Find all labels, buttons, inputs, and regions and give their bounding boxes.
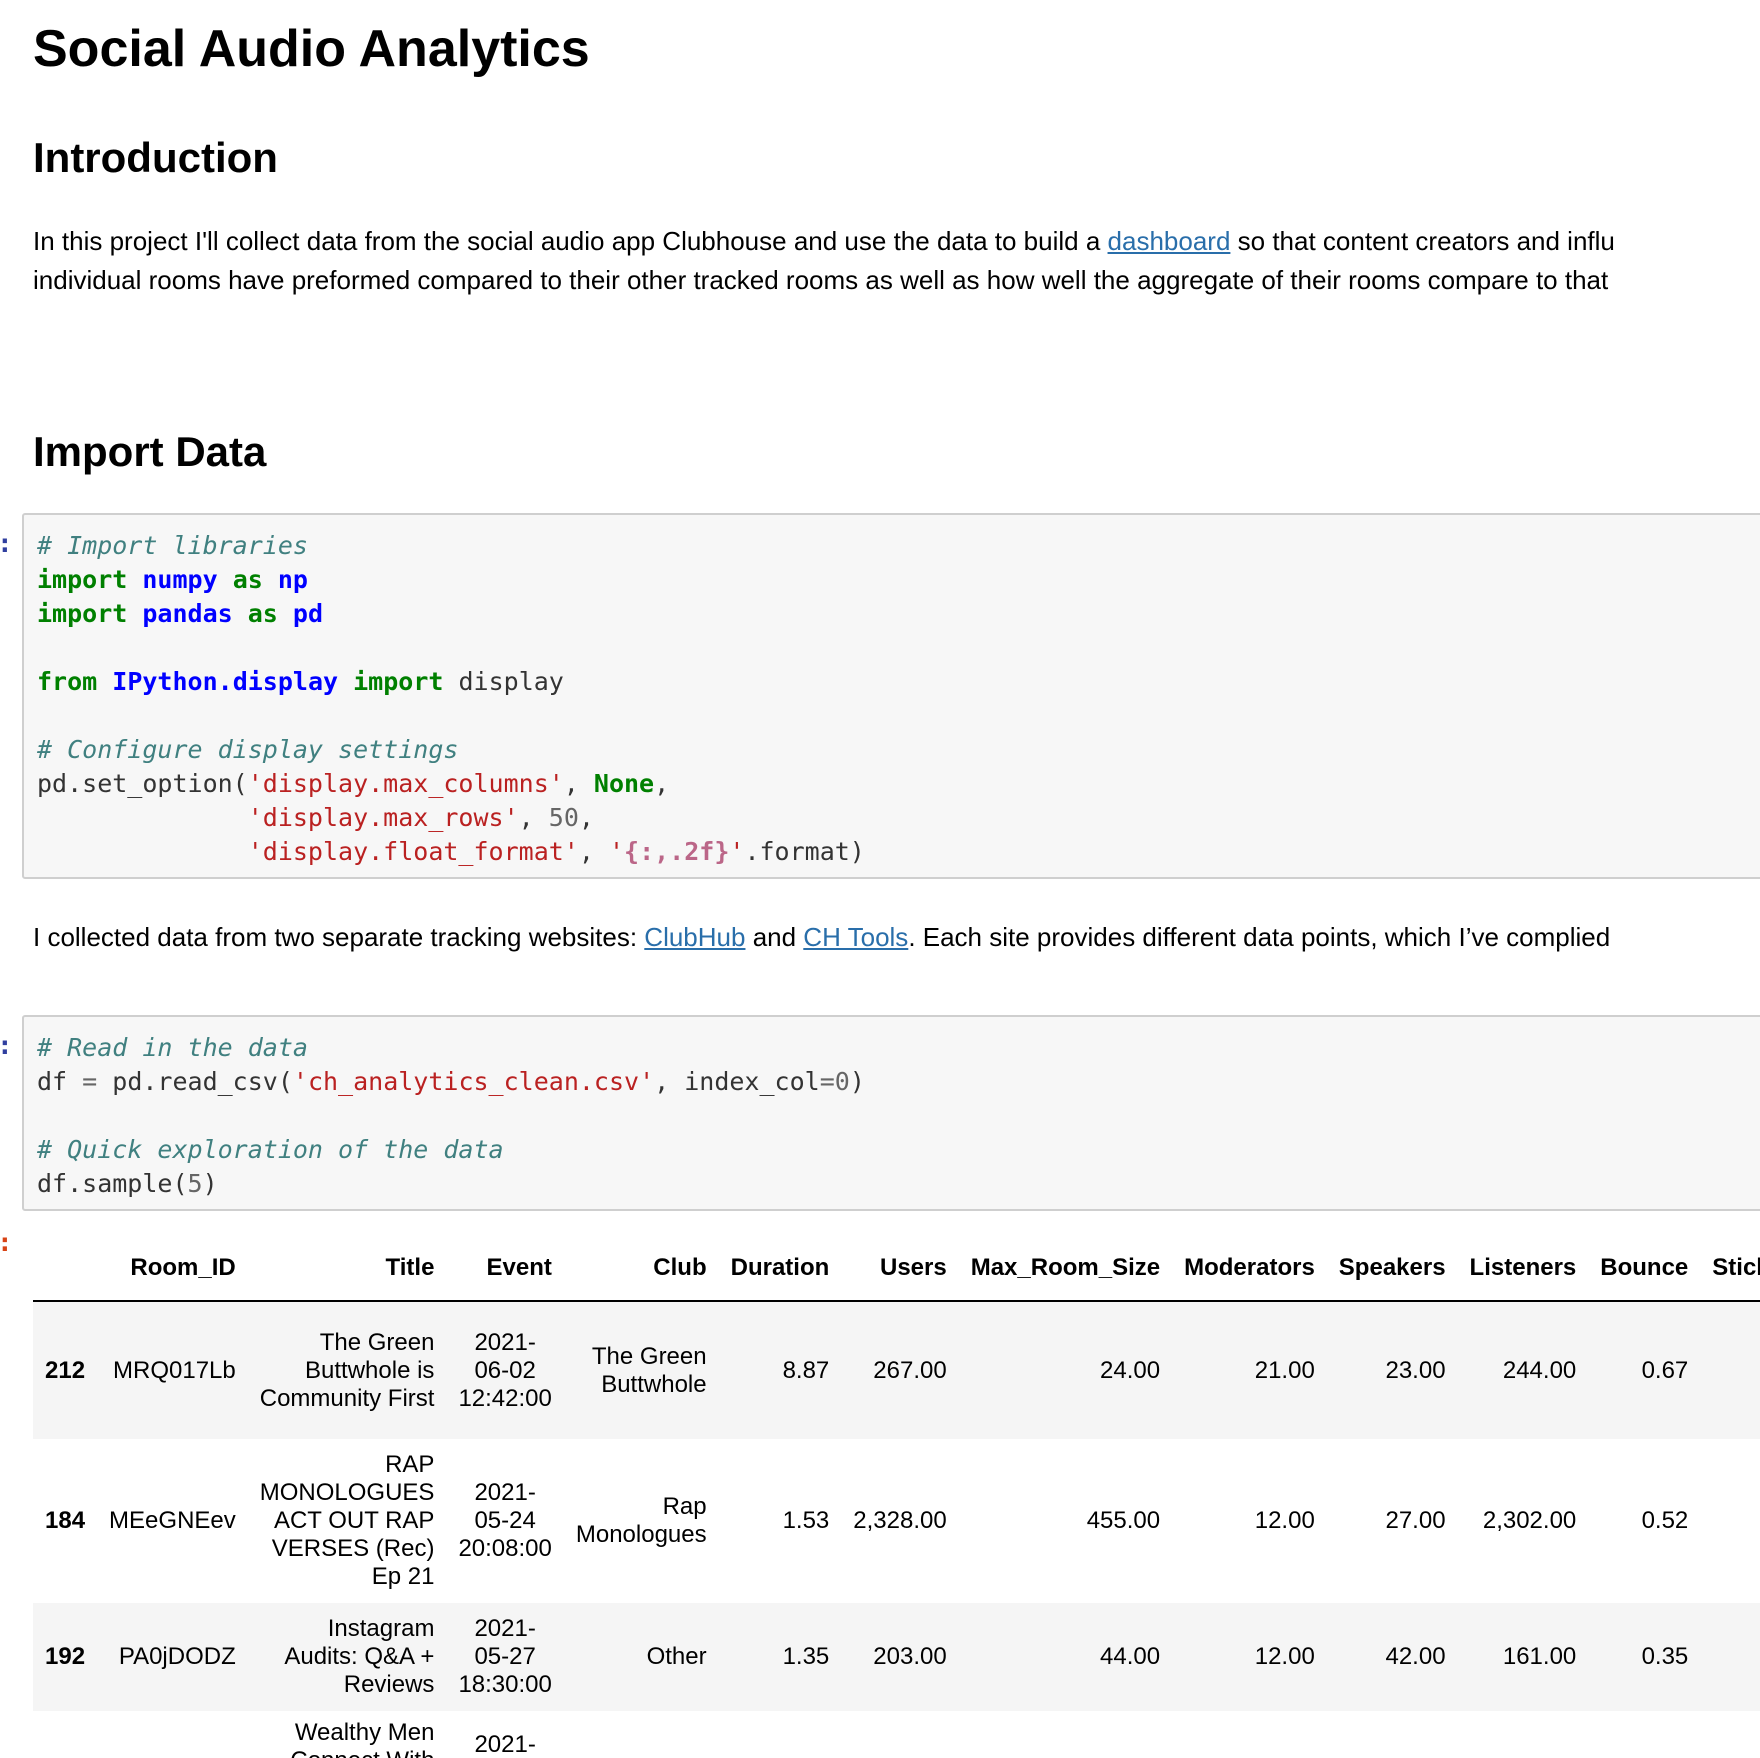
cell-max-room-size xyxy=(959,1711,1172,1758)
cell-users xyxy=(841,1711,958,1758)
cell-listeners: 244.00 xyxy=(1502,1356,1577,1384)
cell-moderators: 21.00 xyxy=(1254,1356,1315,1384)
column-header: Users xyxy=(841,1236,959,1302)
cell-moderators: 12.00 xyxy=(1254,1643,1315,1670)
cell-bounce: 0.67 xyxy=(1641,1356,1689,1384)
cell-room-id: PA0jDODZ xyxy=(118,1643,236,1670)
column-header: Max_Room_Size xyxy=(958,1236,1173,1302)
intro-text-before: In this project I'll collect data from t… xyxy=(33,226,1108,256)
intro-text-after: so that content creators and influ xyxy=(1230,226,1615,256)
cell-users: 203.00 xyxy=(873,1643,947,1670)
cell-event: 2021-05-27 18:30:00 xyxy=(458,1615,552,1698)
table-row: 212 MRQ017Lb The Green Buttwhole is Comm… xyxy=(33,1301,1760,1439)
cell-max-room-size: 455.00 xyxy=(1086,1507,1161,1534)
cell-duration: 1.53 xyxy=(782,1507,830,1534)
column-header: Duration xyxy=(718,1236,842,1302)
column-header: Title xyxy=(247,1236,447,1302)
intro-line-2: individual rooms have preformed compared… xyxy=(33,265,1609,295)
code-cell-read-data[interactable]: # Read in the data df = pd.read_csv('ch_… xyxy=(22,1015,1760,1211)
cell-speakers: 27.00 xyxy=(1385,1507,1446,1534)
column-header: Room_ID xyxy=(97,1236,248,1302)
cell-duration: 1.35 xyxy=(782,1643,830,1670)
cell-club: Other xyxy=(646,1643,707,1670)
cell-listeners: 2,302.00 xyxy=(1482,1507,1577,1534)
cell-event: 2021-06-02 12:42:00 xyxy=(458,1328,552,1412)
sources-paragraph: I collected data from two separate track… xyxy=(33,918,1610,957)
clubhub-link[interactable]: ClubHub xyxy=(644,922,745,952)
cell-moderators xyxy=(1172,1711,1327,1758)
table-row: 192 PA0jDODZ Instagram Audits: Q&A + Rev… xyxy=(33,1603,1760,1711)
dataframe-output-table: Room_ID Title Event Club Duration Users … xyxy=(33,1236,1760,1758)
code-cell-import[interactable]: # Import libraries import numpy as np im… xyxy=(22,513,1760,879)
cell-club xyxy=(564,1711,719,1758)
cell-bounce: 0.52 xyxy=(1641,1507,1689,1534)
heading-import-data: Import Data xyxy=(33,428,267,475)
cell-bounce xyxy=(1588,1711,1700,1758)
cell-club: The Green Buttwhole xyxy=(591,1342,707,1398)
table-header-row: Room_ID Title Event Club Duration Users … xyxy=(33,1236,1760,1302)
column-header: Event xyxy=(446,1236,564,1302)
cell-title: Wealthy Men Connect With xyxy=(290,1719,435,1758)
column-header: Speakers xyxy=(1326,1236,1458,1302)
cell-room-id xyxy=(97,1711,248,1758)
column-header: Moderators xyxy=(1172,1236,1327,1302)
row-index xyxy=(33,1711,97,1758)
cell-max-room-size: 24.00 xyxy=(1100,1356,1161,1384)
row-index: 212 xyxy=(45,1356,86,1384)
page-title: Social Audio Analytics xyxy=(33,20,590,78)
cell-duration: 8.87 xyxy=(782,1356,830,1384)
cell-users: 267.00 xyxy=(873,1356,947,1384)
code-editor-1[interactable]: # Import libraries import numpy as np im… xyxy=(24,515,1760,869)
sources-text-after: . Each site provides different data poin… xyxy=(908,922,1611,952)
heading-introduction: Introduction xyxy=(33,134,278,181)
cell-room-id: MEeGNEev xyxy=(109,1507,236,1534)
cell-moderators: 12.00 xyxy=(1254,1507,1315,1534)
cell-listeners: 161.00 xyxy=(1502,1643,1577,1670)
row-index: 192 xyxy=(45,1643,86,1670)
table-row: Wealthy Men Connect With 2021- xyxy=(33,1711,1760,1758)
code-editor-2[interactable]: # Read in the data df = pd.read_csv('ch_… xyxy=(24,1017,1760,1201)
cell-speakers xyxy=(1327,1711,1458,1758)
cell-title: The Green Buttwhole is Community First xyxy=(259,1328,435,1412)
cell-event: 2021-05-24 20:08:00 xyxy=(458,1479,552,1562)
output-prompt: : xyxy=(0,1226,13,1260)
cell-duration xyxy=(719,1711,842,1758)
input-prompt-2: : xyxy=(0,1029,13,1063)
cell-title: Instagram Audits: Q&A + Reviews xyxy=(284,1615,435,1698)
cell-stick xyxy=(1700,1439,1760,1603)
input-prompt-1: : xyxy=(0,527,13,561)
cell-listeners xyxy=(1458,1711,1589,1758)
notebook: Social Audio Analytics Introduction In t… xyxy=(0,0,1760,1758)
cell-club: Rap Monologues xyxy=(575,1493,707,1548)
ch-tools-link[interactable]: CH Tools xyxy=(803,922,908,952)
row-index: 184 xyxy=(45,1507,86,1534)
intro-line-1: In this project I'll collect data from t… xyxy=(33,222,1615,261)
sources-text-before: I collected data from two separate track… xyxy=(33,922,645,952)
column-header: Stick xyxy=(1700,1236,1760,1302)
column-header: Listeners xyxy=(1457,1236,1589,1302)
cell-stick xyxy=(1700,1301,1760,1439)
cell-room-id: MRQ017Lb xyxy=(113,1356,236,1384)
column-header: Bounce xyxy=(1588,1236,1701,1302)
cell-stick xyxy=(1700,1603,1760,1711)
cell-users: 2,328.00 xyxy=(853,1507,947,1534)
cell-title: RAP MONOLOGUES ACT OUT RAP VERSES (Rec) … xyxy=(259,1451,435,1590)
sources-text-and: and xyxy=(745,922,804,952)
column-header xyxy=(33,1236,98,1302)
cell-event: 2021- xyxy=(474,1731,536,1758)
dashboard-link[interactable]: dashboard xyxy=(1108,226,1231,256)
cell-max-room-size: 44.00 xyxy=(1100,1643,1161,1670)
cell-stick xyxy=(1700,1711,1760,1758)
cell-speakers: 42.00 xyxy=(1385,1643,1446,1670)
table-row: 184 MEeGNEev RAP MONOLOGUES ACT OUT RAP … xyxy=(33,1439,1760,1603)
cell-bounce: 0.35 xyxy=(1641,1643,1689,1670)
cell-speakers: 23.00 xyxy=(1385,1356,1446,1384)
column-header: Club xyxy=(563,1236,719,1302)
